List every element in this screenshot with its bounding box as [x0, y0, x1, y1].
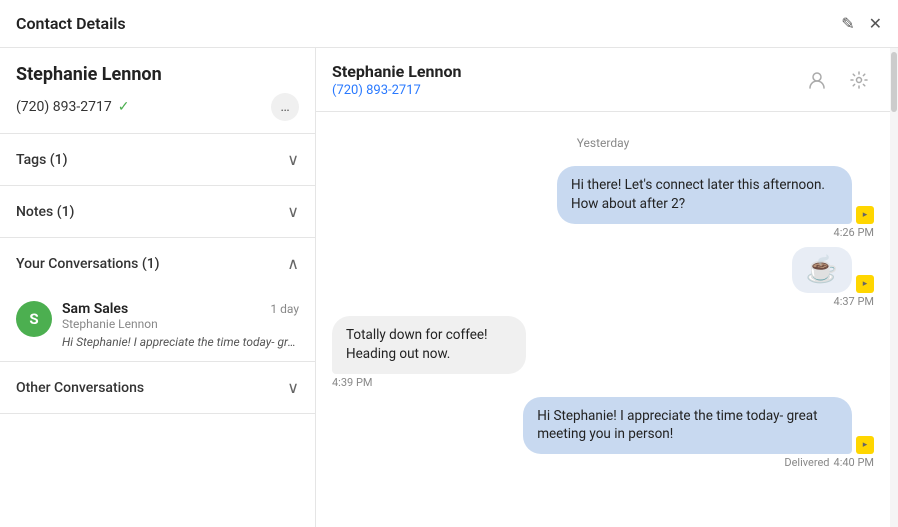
main-layout: Stephanie Lennon (720) 893-2717 ✓ … Tags…: [0, 48, 898, 527]
other-conversations-header[interactable]: Other Conversations: [0, 362, 315, 413]
chat-header-left: Stephanie Lennon (720) 893-2717: [332, 62, 461, 98]
date-divider: Yesterday: [332, 136, 874, 150]
title-bar-title: Contact Details: [16, 14, 126, 33]
chat-header-actions: [802, 65, 874, 95]
message-time: 4:26 PM: [834, 226, 874, 239]
message-time: 4:40 PM: [834, 456, 874, 469]
sender-avatar: ▸: [856, 436, 874, 454]
message-time: 4:37 PM: [834, 295, 874, 308]
phone-number: (720) 893-2717: [16, 99, 112, 115]
notes-label: Notes (1): [16, 204, 74, 220]
message-block: Hi Stephanie! I appreciate the time toda…: [332, 397, 874, 470]
message-row: Hi there! Let's connect later this after…: [452, 166, 874, 224]
avatar: S: [16, 301, 52, 337]
scroll-track[interactable]: [890, 48, 898, 527]
message-row: Hi Stephanie! I appreciate the time toda…: [404, 397, 874, 455]
tags-chevron: [287, 150, 299, 169]
title-bar: Contact Details ✎ ✕: [0, 0, 898, 48]
chat-button[interactable]: …: [271, 93, 299, 121]
message-meta: 4:26 PM: [834, 226, 874, 239]
message-block: Totally down for coffee! Heading out now…: [332, 316, 874, 389]
conv-name: Sam Sales: [62, 301, 128, 317]
message-status: Delivered: [784, 456, 829, 469]
contact-phone: (720) 893-2717 ✓: [16, 99, 129, 115]
your-conversations-chevron: [287, 254, 299, 273]
your-conversations-header[interactable]: Your Conversations (1): [0, 238, 315, 289]
notes-accordion-header[interactable]: Notes (1): [0, 186, 315, 237]
message-block: Hi there! Let's connect later this after…: [332, 166, 874, 239]
message-row: Totally down for coffee! Heading out now…: [332, 316, 609, 374]
message-meta: 4:39 PM: [332, 376, 372, 389]
chat-panel: Stephanie Lennon (720) 893-2717: [316, 48, 890, 527]
contact-header: Stephanie Lennon (720) 893-2717 ✓ …: [0, 48, 315, 134]
message-block: ☕ ▸ 4:37 PM: [332, 247, 874, 308]
verified-icon: ✓: [118, 99, 130, 115]
tags-label: Tags (1): [16, 152, 68, 168]
sidebar: Stephanie Lennon (720) 893-2717 ✓ … Tags…: [0, 48, 316, 527]
close-icon[interactable]: ✕: [869, 14, 882, 33]
conv-name-row: Sam Sales 1 day: [62, 301, 299, 317]
chat-icon: …: [280, 99, 289, 115]
contact-phone-row: (720) 893-2717 ✓ …: [16, 93, 299, 121]
other-conversations-chevron: [287, 378, 299, 397]
message-time: 4:39 PM: [332, 376, 372, 389]
messages-area[interactable]: Yesterday Hi there! Let's connect later …: [316, 112, 890, 527]
settings-icon[interactable]: [844, 65, 874, 95]
other-conversations-label: Other Conversations: [16, 380, 144, 396]
message-row: ☕ ▸: [792, 247, 874, 293]
notes-chevron: [287, 202, 299, 221]
bubble: Totally down for coffee! Heading out now…: [332, 316, 526, 374]
conv-sub: Stephanie Lennon: [62, 317, 299, 331]
sender-avatar: ▸: [856, 206, 874, 224]
tags-section: Tags (1): [0, 134, 315, 186]
message-text: Totally down for coffee! Heading out now…: [346, 327, 488, 362]
person-icon[interactable]: [802, 65, 832, 95]
conv-time: 1 day: [270, 302, 299, 316]
tags-accordion-header[interactable]: Tags (1): [0, 134, 315, 185]
message-meta: 4:37 PM: [834, 295, 874, 308]
your-conversations-section: Your Conversations (1) S Sam Sales 1 day…: [0, 238, 315, 362]
notes-section: Notes (1): [0, 186, 315, 238]
conv-info: Sam Sales 1 day Stephanie Lennon Hi Step…: [62, 301, 299, 349]
contact-name: Stephanie Lennon: [16, 64, 299, 85]
bubble: Hi there! Let's connect later this after…: [557, 166, 852, 224]
emoji-bubble: ☕: [792, 247, 852, 293]
message-meta: Delivered 4:40 PM: [784, 456, 874, 469]
bubble: Hi Stephanie! I appreciate the time toda…: [523, 397, 852, 455]
title-bar-actions: ✎ ✕: [841, 14, 882, 33]
edit-icon[interactable]: ✎: [841, 14, 854, 33]
message-text: Hi Stephanie! I appreciate the time toda…: [537, 408, 817, 443]
conv-preview: Hi Stephanie! I appreciate the time toda…: [62, 335, 299, 349]
your-conversations-label: Your Conversations (1): [16, 256, 160, 272]
chat-header: Stephanie Lennon (720) 893-2717: [316, 48, 890, 112]
sender-avatar: ▸: [856, 275, 874, 293]
scroll-thumb: [891, 52, 897, 112]
conversation-item[interactable]: S Sam Sales 1 day Stephanie Lennon Hi St…: [0, 289, 315, 361]
chat-contact-name: Stephanie Lennon: [332, 62, 461, 81]
message-text: Hi there! Let's connect later this after…: [571, 177, 825, 212]
chat-phone: (720) 893-2717: [332, 83, 461, 98]
other-conversations-section: Other Conversations: [0, 362, 315, 414]
